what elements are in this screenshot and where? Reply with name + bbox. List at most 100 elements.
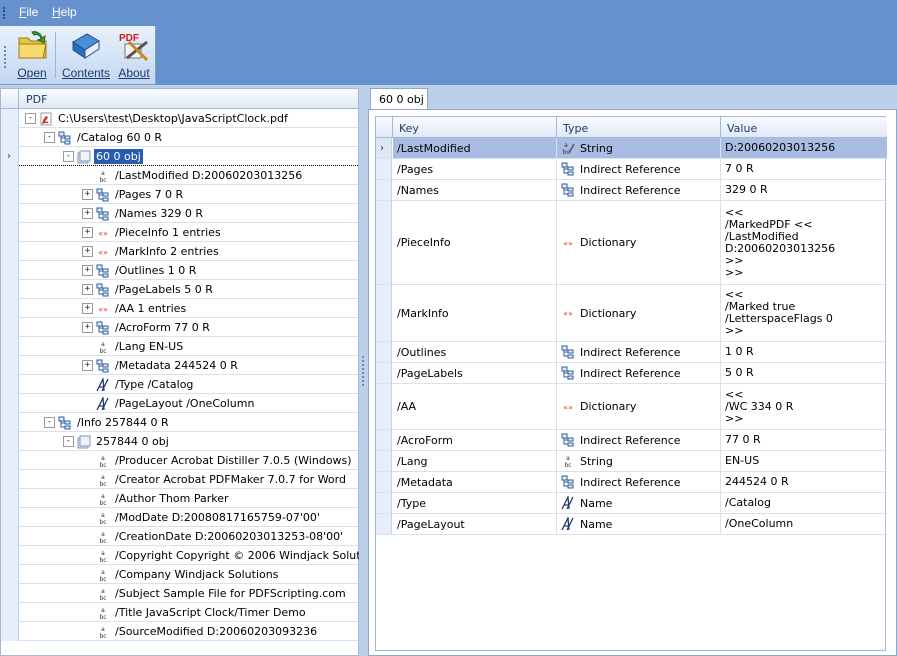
toolbar-grip[interactable] (4, 46, 6, 68)
type-cell[interactable]: Indirect Reference (557, 342, 721, 362)
type-cell[interactable]: «» Dictionary (557, 384, 721, 429)
tree-row-header[interactable] (1, 508, 19, 527)
key-cell[interactable]: /PageLabels (393, 363, 557, 383)
value-cell[interactable]: 7 0 R (721, 159, 887, 179)
tree-row-header[interactable] (1, 204, 19, 223)
type-cell[interactable]: «» Dictionary (557, 285, 721, 341)
collapse-icon[interactable]: - (25, 113, 36, 124)
tree-node[interactable]: a bc/LastModified D:20060203013256 (1, 166, 358, 185)
grid-row-header[interactable] (376, 514, 392, 534)
column-header-key[interactable]: Key (393, 117, 557, 138)
tree-node[interactable]: › - 60 0 obj (1, 147, 358, 166)
tree-node[interactable]: + /Outlines 1 0 R (1, 261, 358, 280)
grid-row[interactable]: /Metadata Indirect Reference 244524 0 R (376, 472, 887, 493)
column-header-type[interactable]: Type (557, 117, 721, 138)
tree-node[interactable]: + /Names 329 0 R (1, 204, 358, 223)
key-cell[interactable]: /AA (393, 384, 557, 429)
grid-row[interactable]: /Lang a bc String EN-US (376, 451, 887, 472)
value-cell[interactable]: /Catalog (721, 493, 887, 513)
tree-node[interactable]: + /AcroForm 77 0 R (1, 318, 358, 337)
grid-row[interactable]: /MarkInfo «» Dictionary << /Marked true /Le… (376, 285, 887, 342)
tree-row-header[interactable] (1, 280, 19, 299)
tree-node[interactable]: + «» /MarkInfo 2 entries (1, 242, 358, 261)
expand-icon[interactable]: + (82, 246, 93, 257)
tree-node[interactable]: /Type /Catalog (1, 375, 358, 394)
grid-row[interactable]: /Outlines Indirect Reference 1 0 R (376, 342, 887, 363)
type-cell[interactable]: Indirect Reference (557, 472, 721, 492)
key-cell[interactable]: /Lang (393, 451, 557, 471)
value-cell[interactable]: << /Marked true /LetterspaceFlags 0 >> (721, 285, 887, 341)
tree-node[interactable]: a bc/CreationDate D:20060203013253-08'00' (1, 527, 358, 546)
tree-row-header[interactable] (1, 470, 19, 489)
tree-row-header[interactable] (1, 242, 19, 261)
type-cell[interactable]: Indirect Reference (557, 180, 721, 200)
expand-icon[interactable]: + (82, 360, 93, 371)
value-cell[interactable]: 244524 0 R (721, 472, 887, 492)
grid-row-header[interactable] (376, 159, 392, 179)
value-cell[interactable]: D:20060203013256 (721, 138, 887, 158)
tree-row-header[interactable] (1, 584, 19, 603)
grid-row[interactable]: /AcroForm Indirect Reference 77 0 R (376, 430, 887, 451)
type-cell[interactable]: «» Dictionary (557, 201, 721, 284)
grid-row-header[interactable] (376, 180, 392, 200)
value-cell[interactable]: 77 0 R (721, 430, 887, 450)
expand-icon[interactable]: + (82, 284, 93, 295)
tree-node[interactable]: a bc/Copyright Copyright © 2006 Windjack … (1, 546, 381, 565)
key-cell[interactable]: /PieceInfo (393, 201, 557, 284)
expand-icon[interactable]: + (82, 189, 93, 200)
tree-row-header[interactable] (1, 356, 19, 375)
grid-row[interactable]: /Type Name/Catalog (376, 493, 887, 514)
tree-row-header[interactable] (1, 375, 19, 394)
type-cell[interactable]: Name (557, 493, 721, 513)
tree-node[interactable]: - 257844 0 obj (1, 432, 358, 451)
tree-row-header[interactable] (1, 622, 19, 641)
grid-row-header[interactable] (376, 201, 392, 284)
tree-node[interactable]: a bc/ModDate D:20080817165759-07'00' (1, 508, 358, 527)
tree-row-header[interactable] (1, 109, 19, 128)
type-cell[interactable]: Indirect Reference (557, 363, 721, 383)
key-cell[interactable]: /Outlines (393, 342, 557, 362)
column-header-value[interactable]: Value (721, 117, 887, 138)
tree-node[interactable]: a bc/Company Windjack Solutions (1, 565, 358, 584)
expand-icon[interactable]: + (82, 303, 93, 314)
collapse-icon[interactable]: - (44, 132, 55, 143)
value-cell[interactable]: EN-US (721, 451, 887, 471)
value-cell[interactable]: 5 0 R (721, 363, 887, 383)
tree-node[interactable]: + /Pages 7 0 R (1, 185, 358, 204)
value-cell[interactable]: 329 0 R (721, 180, 887, 200)
tree-row-header[interactable] (1, 128, 19, 147)
value-cell[interactable]: 1 0 R (721, 342, 887, 362)
type-cell[interactable]: a bc String (557, 451, 721, 471)
tree-node[interactable]: a bc/Creator Acrobat PDFMaker 7.0.7 for W… (1, 470, 358, 489)
tree-row-header[interactable] (1, 261, 19, 280)
tree-row-header[interactable]: › (1, 147, 19, 166)
tree-node[interactable]: a bc/Title JavaScript Clock/Timer Demo (1, 603, 358, 622)
tree-row-header[interactable] (1, 413, 19, 432)
tree-row-header[interactable] (1, 337, 19, 356)
key-cell[interactable]: /Names (393, 180, 557, 200)
open-button[interactable]: Open (12, 28, 52, 82)
key-cell[interactable]: /PageLayout (393, 514, 557, 534)
tree-row-header[interactable] (1, 166, 19, 185)
splitter[interactable] (359, 88, 368, 656)
key-cell[interactable]: /Pages (393, 159, 557, 179)
tree-row-header[interactable] (1, 546, 19, 565)
grid-row[interactable]: › /LastModified a bc String D:20060203013256 (376, 138, 887, 159)
type-cell[interactable]: Indirect Reference (557, 430, 721, 450)
tree-node[interactable]: - C:\Users\test\Desktop\JavaScriptClock.p… (1, 109, 358, 128)
tree-row-header[interactable] (1, 432, 19, 451)
grid-row[interactable]: /Pages Indirect Reference 7 0 R (376, 159, 887, 180)
tree-node[interactable]: + /PageLabels 5 0 R (1, 280, 358, 299)
grid-row[interactable]: /Names Indirect Reference 329 0 R (376, 180, 887, 201)
expand-icon[interactable]: + (82, 227, 93, 238)
grid-row-header[interactable]: › (376, 138, 392, 158)
collapse-icon[interactable]: - (63, 436, 74, 447)
tree-row-header[interactable] (1, 223, 19, 242)
tree-node[interactable]: /PageLayout /OneColumn (1, 394, 358, 413)
tree-node[interactable]: + /Metadata 244524 0 R (1, 356, 358, 375)
tree-row-header[interactable] (1, 318, 19, 337)
collapse-icon[interactable]: - (44, 417, 55, 428)
key-cell[interactable]: /LastModified (393, 138, 557, 158)
tree-node[interactable]: - /Info 257844 0 R (1, 413, 358, 432)
grid-row-header[interactable] (376, 363, 392, 383)
